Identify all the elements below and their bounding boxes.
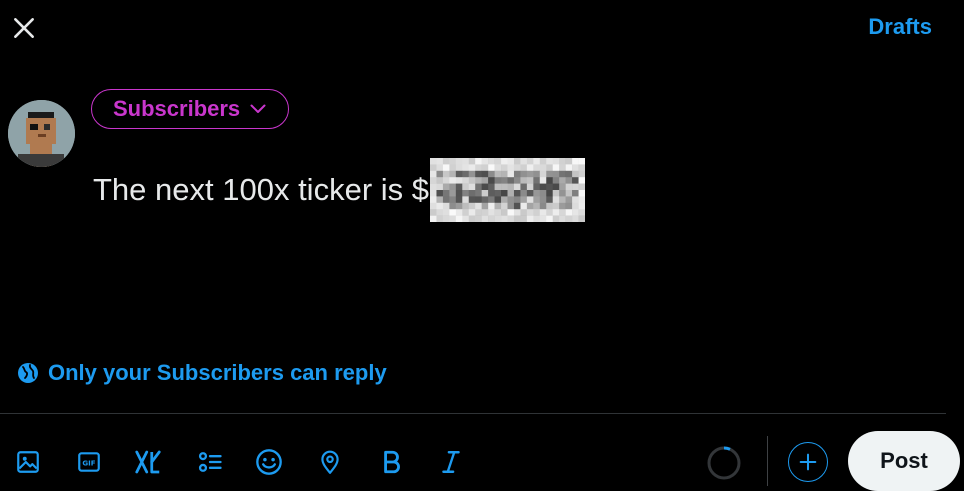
audience-label: Subscribers	[113, 96, 241, 121]
reply-setting-button[interactable]: Only your Subscribers can reply	[16, 360, 387, 386]
gif-icon: GIF	[78, 452, 100, 472]
grok-icon	[135, 450, 161, 474]
image-icon	[17, 451, 39, 473]
poll-icon	[198, 452, 222, 472]
add-post-button[interactable]	[788, 442, 828, 482]
location-icon	[321, 450, 339, 474]
media-button[interactable]	[12, 446, 44, 478]
compose-text: The next 100x ticker is $	[93, 172, 429, 207]
post-button[interactable]: Post	[848, 431, 960, 491]
avatar[interactable]	[8, 100, 75, 167]
divider	[0, 413, 946, 414]
emoji-button[interactable]	[253, 446, 285, 478]
reply-setting-label: Only your Subscribers can reply	[48, 360, 387, 385]
close-button[interactable]	[8, 12, 40, 44]
grok-button[interactable]	[132, 446, 164, 478]
close-icon	[14, 18, 34, 38]
character-counter	[707, 446, 741, 480]
redacted-ticker	[430, 158, 585, 222]
audience-selector[interactable]: Subscribers	[91, 89, 290, 129]
poll-button[interactable]	[194, 446, 226, 478]
compose-textarea[interactable]: The next 100x ticker is $	[93, 158, 585, 222]
toolbar-separator	[767, 436, 768, 486]
bold-icon	[384, 450, 400, 474]
drafts-button[interactable]: Drafts	[868, 14, 932, 40]
emoji-icon	[256, 449, 282, 475]
location-button[interactable]	[314, 446, 346, 478]
svg-text:GIF: GIF	[82, 458, 95, 467]
chevron-down-icon	[250, 104, 266, 113]
gif-button[interactable]: GIF	[73, 446, 105, 478]
globe-icon	[18, 363, 38, 383]
bold-button[interactable]	[375, 446, 407, 478]
italic-button[interactable]	[435, 446, 467, 478]
plus-icon	[799, 453, 817, 471]
italic-icon	[442, 451, 460, 473]
avatar-image	[8, 100, 75, 167]
